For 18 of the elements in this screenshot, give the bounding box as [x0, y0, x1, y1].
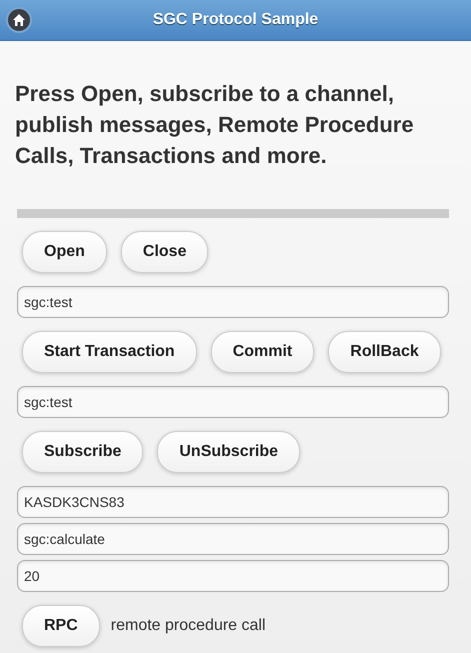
input-field[interactable]: 20 [17, 560, 449, 592]
input-field[interactable]: sgc:test [17, 386, 449, 418]
action-button[interactable]: UnSubscribe [157, 431, 300, 473]
action-button[interactable]: Start Transaction [22, 331, 197, 373]
input-field[interactable]: sgc:test [17, 286, 449, 318]
action-button[interactable]: Close [120, 231, 208, 273]
action-button[interactable]: Open [22, 231, 107, 273]
action-button[interactable]: RPC [22, 605, 100, 647]
home-button[interactable] [6, 7, 32, 33]
action-button[interactable]: Commit [210, 331, 314, 373]
button-note: remote procedure call [110, 617, 266, 635]
intro-text: Press Open, subscribe to a channel, publish messages, Remote Procedure Calls, Transactions and more. [15, 80, 415, 170]
home-icon [12, 13, 26, 27]
action-button[interactable]: Subscribe [22, 431, 144, 473]
action-button[interactable]: RollBack [328, 331, 441, 373]
input-field[interactable]: KASDK3CNS83 [17, 486, 449, 518]
page-title: SGC Protocol Sample [152, 11, 318, 29]
input-field[interactable]: sgc:calculate [17, 523, 449, 555]
